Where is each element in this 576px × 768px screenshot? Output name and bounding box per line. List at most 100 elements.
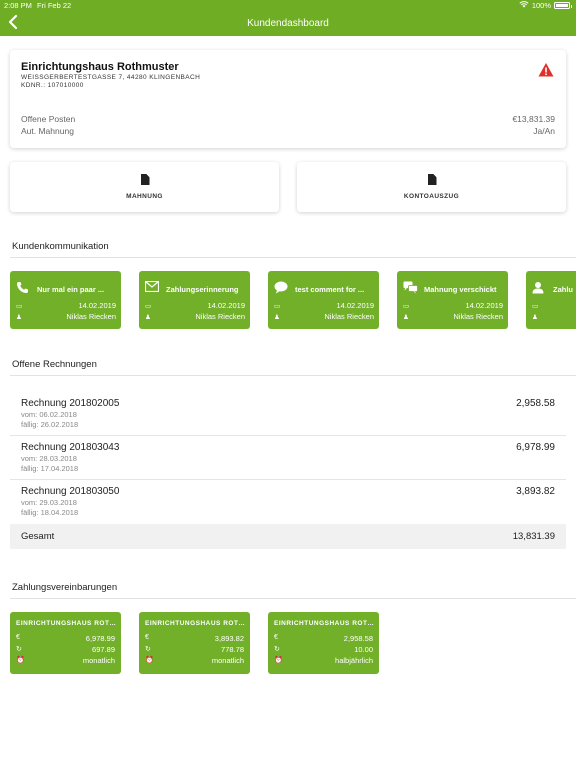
comment-icon — [274, 281, 288, 296]
kontoauszug-button[interactable]: KONTOAUSZUG — [297, 162, 566, 212]
communication-user: Niklas Riecken — [324, 312, 374, 321]
customer-number: KDNR.: 107010000 — [21, 82, 84, 89]
user-icon: ♟ — [532, 314, 538, 321]
communication-title: Nur mal ein paar ... — [37, 285, 105, 294]
payment-agreement-card[interactable]: EINRICHTUNGSHAUS ROTHMUSTER € 2,958.58 ↻… — [268, 612, 379, 674]
invoice-row[interactable]: Rechnung 201803050 3,893.82 vom: 29.03.2… — [10, 479, 566, 523]
invoice-row[interactable]: Rechnung 201803043 6,978.99 vom: 28.03.2… — [10, 435, 566, 479]
agreement-rate: 778.78 — [221, 645, 244, 654]
communication-date: 14.02.2019 — [465, 301, 503, 310]
communication-date: 14.02.2019 — [207, 301, 245, 310]
agreement-title: EINRICHTUNGSHAUS ROTHMUSTER — [16, 620, 116, 627]
invoice-name: Rechnung 201803050 — [21, 486, 120, 497]
document-icon — [140, 174, 150, 185]
invoice-due-date: fällig: 26.02.2018 — [21, 420, 79, 429]
invoice-date: vom: 28.03.2018 — [21, 454, 77, 463]
calendar-icon: ▭ — [274, 303, 281, 310]
euro-icon: € — [16, 634, 20, 641]
user-icon: ♟ — [145, 314, 151, 321]
status-date: Fri Feb 22 — [37, 1, 72, 10]
invoice-amount: 2,958.58 — [516, 398, 555, 409]
communication-card[interactable]: test comment for ... ▭ 14.02.2019 ♟ Nikl… — [268, 271, 379, 329]
communication-title: Zahlu — [553, 285, 573, 294]
communication-title: Mahnung verschickt — [424, 285, 497, 294]
invoice-due-date: fällig: 17.04.2018 — [21, 464, 79, 473]
euro-icon: € — [145, 634, 149, 641]
battery-icon — [554, 2, 572, 9]
agreement-total: 3,893.82 — [214, 634, 244, 643]
communication-card[interactable]: Zahlungserinnerung ▭ 14.02.2019 ♟ Niklas… — [139, 271, 250, 329]
open-items-label: Offene Posten — [21, 114, 76, 124]
agreement-interval: halbjährlich — [335, 656, 373, 665]
navigation-bar: Kundendashboard — [0, 12, 576, 36]
mahnung-button[interactable]: MAHNUNG — [10, 162, 279, 212]
payment-agreement-card[interactable]: EINRICHTUNGSHAUS ROTHMUSTER € 3,893.82 ↻… — [139, 612, 250, 674]
refresh-icon: ↻ — [16, 646, 22, 653]
invoice-due-date: fällig: 18.04.2018 — [21, 508, 79, 517]
total-value: 13,831.39 — [512, 531, 555, 542]
user-icon — [532, 281, 545, 296]
invoice-date: vom: 29.03.2018 — [21, 498, 77, 507]
wifi-icon — [519, 1, 529, 10]
communication-card[interactable]: Mahnung verschickt ▭ 14.02.2019 ♟ Niklas… — [397, 271, 508, 329]
invoice-amount: 3,893.82 — [516, 486, 555, 497]
communication-card[interactable]: Zahlu ▭ ♟ — [526, 271, 576, 329]
invoice-total-row: Gesamt 13,831.39 — [10, 524, 566, 549]
communication-date: 14.02.2019 — [78, 301, 116, 310]
alarm-clock-icon: ⏰ — [145, 657, 154, 664]
status-bar: 2:08 PM Fri Feb 22 100% — [0, 0, 576, 12]
payment-agreement-card[interactable]: EINRICHTUNGSHAUS ROTHMUSTER € 6,978.99 ↻… — [10, 612, 121, 674]
communication-title: test comment for ... — [295, 285, 365, 294]
user-icon: ♟ — [274, 314, 280, 321]
alarm-clock-icon: ⏰ — [274, 657, 283, 664]
agreement-interval: monatlich — [211, 656, 244, 665]
user-icon: ♟ — [16, 314, 22, 321]
invoice-amount: 6,978.99 — [516, 442, 555, 453]
agreement-rate: 10.00 — [354, 645, 373, 654]
euro-icon: € — [274, 634, 278, 641]
open-items-value: €13,831.39 — [512, 114, 555, 124]
agreement-title: EINRICHTUNGSHAUS ROTHMUSTER — [145, 620, 245, 627]
user-icon: ♟ — [403, 314, 409, 321]
phone-icon — [16, 281, 29, 296]
invoice-row[interactable]: Rechnung 201802005 2,958.58 vom: 06.02.2… — [10, 391, 566, 435]
status-time: 2:08 PM — [4, 1, 32, 10]
invoice-name: Rechnung 201803043 — [21, 442, 120, 453]
invoice-name: Rechnung 201802005 — [21, 398, 120, 409]
kontoauszug-label: KONTOAUSZUG — [403, 193, 460, 200]
calendar-icon: ▭ — [532, 303, 539, 310]
refresh-icon: ↻ — [145, 646, 151, 653]
customer-card: Einrichtungshaus Rothmuster WEISSGERBERT… — [10, 50, 566, 148]
alarm-clock-icon: ⏰ — [16, 657, 25, 664]
auto-dunning-value: Ja/An — [533, 126, 555, 136]
agreement-title: EINRICHTUNGSHAUS ROTHMUSTER — [274, 620, 374, 627]
refresh-icon: ↻ — [274, 646, 280, 653]
battery-percent: 100% — [531, 1, 551, 10]
status-right: 100% — [519, 1, 572, 10]
communication-card[interactable]: Nur mal ein paar ... ▭ 14.02.2019 ♟ Nikl… — [10, 271, 121, 329]
communication-user: Niklas Riecken — [195, 312, 245, 321]
communication-title: Zahlungserinnerung — [166, 285, 239, 294]
agreements-section-title: Zahlungsvereinbarungen — [12, 582, 118, 593]
warning-icon[interactable] — [538, 62, 554, 78]
agreement-rate: 697.89 — [92, 645, 115, 654]
total-label: Gesamt — [21, 531, 55, 542]
comments-icon — [403, 281, 418, 296]
agreement-total: 2,958.58 — [343, 634, 373, 643]
section-divider — [10, 598, 576, 599]
invoice-date: vom: 06.02.2018 — [21, 410, 77, 419]
calendar-icon: ▭ — [16, 303, 23, 310]
customer-address: WEISSGERBERTESTGASSE 7, 44280 KLINGENBAC… — [21, 74, 201, 81]
agreement-total: 6,978.99 — [85, 634, 115, 643]
calendar-icon: ▭ — [145, 303, 152, 310]
invoices-section-title: Offene Rechnungen — [12, 359, 97, 370]
mahnung-label: MAHNUNG — [126, 193, 163, 200]
communication-user: Niklas Riecken — [453, 312, 503, 321]
communication-section-title: Kundenkommunikation — [12, 241, 109, 252]
calendar-icon: ▭ — [403, 303, 410, 310]
section-divider — [10, 257, 576, 258]
communication-date: 14.02.2019 — [336, 301, 374, 310]
auto-dunning-label: Aut. Mahnung — [21, 126, 74, 136]
agreement-interval: monatlich — [82, 656, 115, 665]
communication-user: Niklas Riecken — [66, 312, 116, 321]
